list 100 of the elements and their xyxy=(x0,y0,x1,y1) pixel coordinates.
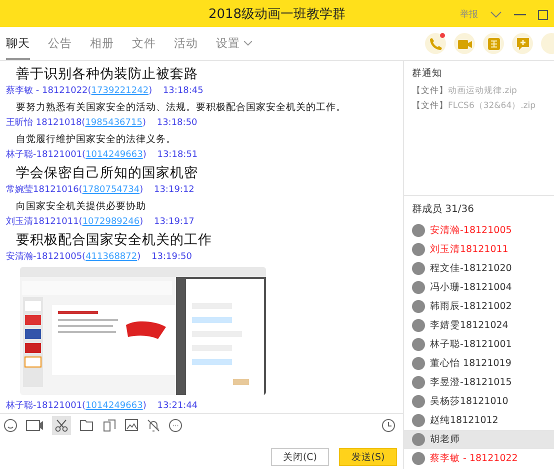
minimize-icon[interactable] xyxy=(514,14,526,16)
file-name-link[interactable]: 动画运动规律.zip xyxy=(448,86,517,96)
member-name: 林子聪-18121001 xyxy=(430,338,512,351)
qq-number-link[interactable]: 1739221242 xyxy=(91,86,149,96)
bracket-text: ) xyxy=(142,118,146,128)
sender-name: 常婉莹18121016( xyxy=(6,185,82,195)
folder-icon[interactable] xyxy=(80,419,94,431)
message-time: 13:18:51 xyxy=(157,150,198,160)
qq-number-link[interactable]: 411368872 xyxy=(86,252,138,262)
member-row[interactable]: 胡老师 xyxy=(404,430,554,449)
tab[interactable]: 活动 xyxy=(174,27,198,60)
avatar-icon xyxy=(412,433,425,446)
file-tag: 【文件】 xyxy=(412,86,448,96)
member-row[interactable]: 李婧雯18121024 xyxy=(404,316,554,335)
member-row[interactable]: 吴杨莎18121010 xyxy=(404,392,554,411)
send-button[interactable]: 发送(S) xyxy=(339,448,397,466)
notice-title: 群通知 xyxy=(412,67,443,80)
message-time: 13:19:17 xyxy=(154,217,194,227)
member-row[interactable]: 蔡李敏 - 18121022 xyxy=(404,449,554,468)
qq-number-link[interactable]: 1780754734 xyxy=(82,185,140,195)
member-name: 冯小珊-18121004 xyxy=(430,281,512,294)
member-name: 程文佳-18121020 xyxy=(430,262,512,275)
avatar-icon xyxy=(412,452,425,465)
message-time: 13:18:45 xyxy=(162,86,204,96)
member-name: 李昱澄-18121015 xyxy=(430,376,512,389)
member-name: 赵纯18121012 xyxy=(430,414,498,427)
message-text: 自觉履行维护国家安全的法律义务。 xyxy=(15,133,177,147)
qq-number-link[interactable]: 1014249663 xyxy=(86,401,143,411)
more-icon[interactable] xyxy=(169,418,182,432)
bracket-text: ) xyxy=(137,252,141,262)
members-title: 群成员 31/36 xyxy=(411,202,475,216)
image-icon[interactable] xyxy=(125,419,138,431)
message-text: 学会保密自己所知的国家机密 xyxy=(15,164,199,183)
bracket-text: ) xyxy=(140,185,144,195)
member-row[interactable]: 韩雨辰-18121002 xyxy=(404,297,554,316)
avatar-icon xyxy=(412,300,425,313)
member-row[interactable]: 刘玉清18121011 xyxy=(404,240,554,259)
bracket-text: ) xyxy=(142,150,146,160)
message-time: 13:19:12 xyxy=(154,185,194,195)
clock-icon[interactable] xyxy=(382,418,395,432)
avatar-icon xyxy=(412,338,425,351)
bracket-text: ) xyxy=(142,401,146,411)
report-link[interactable]: 举报 xyxy=(460,8,478,21)
tab[interactable]: 相册 xyxy=(90,27,114,60)
file-tag: 【文件】 xyxy=(412,101,448,111)
member-name: 刘玉清18121011 xyxy=(430,243,508,256)
chevron-down-icon[interactable] xyxy=(490,10,502,18)
member-row[interactable]: 李昱澄-18121015 xyxy=(404,373,554,392)
tab[interactable]: 公告 xyxy=(48,27,72,60)
sender-name: 蔡李敏 - 18121022( xyxy=(6,86,92,96)
avatar-icon xyxy=(412,414,425,427)
bracket-text: ) xyxy=(148,86,152,96)
sender-name: 林子聪-18121001( xyxy=(6,401,86,411)
sender-name: 王昕怡 18121018( xyxy=(6,118,86,128)
tab[interactable]: 设置 xyxy=(216,27,252,60)
message-time: 13:19:50 xyxy=(152,252,192,262)
qq-number-link[interactable]: 1072989246 xyxy=(82,217,140,227)
sender-name: 安清瀚-18121005( xyxy=(6,252,86,262)
member-name: 韩雨辰-18121002 xyxy=(430,300,512,313)
tab[interactable]: 聊天 xyxy=(6,27,30,60)
member-name: 胡老师 xyxy=(430,433,460,446)
avatar-icon xyxy=(412,376,425,389)
avatar-icon xyxy=(412,262,425,275)
phone-icon[interactable] xyxy=(425,33,446,54)
message-text: 要努力熟悉有关国家安全的活动、法规。要积极配合国家安全机关的工作。 xyxy=(15,101,347,115)
avatar-icon xyxy=(412,281,425,294)
member-name: 吴杨莎18121010 xyxy=(430,395,508,408)
message-time: 13:18:50 xyxy=(156,118,198,128)
maximize-icon[interactable] xyxy=(538,10,548,20)
avatar-icon xyxy=(412,395,425,408)
tab[interactable]: 文件 xyxy=(132,27,156,60)
member-row[interactable]: 林子聪-18121001 xyxy=(404,335,554,354)
qq-number-link[interactable]: 1985436715 xyxy=(85,118,142,128)
bracket-text: ) xyxy=(140,217,144,227)
message-time: 13:21:44 xyxy=(157,401,198,411)
avatar-icon xyxy=(412,357,425,370)
message-text: 向国家安全机关提供必要协助 xyxy=(15,200,147,214)
member-name: 李婧雯18121024 xyxy=(430,319,508,332)
emoji-icon[interactable] xyxy=(4,418,17,432)
scissors-icon[interactable] xyxy=(52,416,71,434)
documents-icon[interactable] xyxy=(103,418,116,432)
avatar-icon xyxy=(412,224,425,237)
avatar-icon xyxy=(412,319,425,332)
member-row[interactable]: 冯小珊-18121004 xyxy=(404,278,554,297)
member-row[interactable]: 安清瀚-18121005 xyxy=(404,221,554,240)
member-row[interactable]: 董心怡 18121019 xyxy=(404,354,554,373)
message-text: 善于识别各种伪装防止被套路 xyxy=(15,65,199,84)
bell-muted-icon[interactable] xyxy=(147,418,160,432)
member-name: 蔡李敏 - 18121022 xyxy=(430,452,518,465)
message-text: 要积极配合国家安全机关的工作 xyxy=(15,231,213,250)
sender-name: 林子聪-18121001( xyxy=(6,150,86,160)
screenshot-image-drawing[interactable] xyxy=(20,267,266,395)
file-name-link[interactable]: FLCS6（32&64）.zip xyxy=(448,101,536,111)
member-row[interactable]: 程文佳-18121020 xyxy=(404,259,554,278)
member-row[interactable]: 赵纯18121012 xyxy=(404,411,554,430)
member-name: 董心怡 18121019 xyxy=(430,357,512,370)
qq-number-link[interactable]: 1014249663 xyxy=(86,150,143,160)
member-name: 安清瀚-18121005 xyxy=(430,224,512,237)
window-title: 2018级动画一班教学群 xyxy=(208,6,346,22)
close-button[interactable]: 关闭(C) xyxy=(271,448,329,466)
